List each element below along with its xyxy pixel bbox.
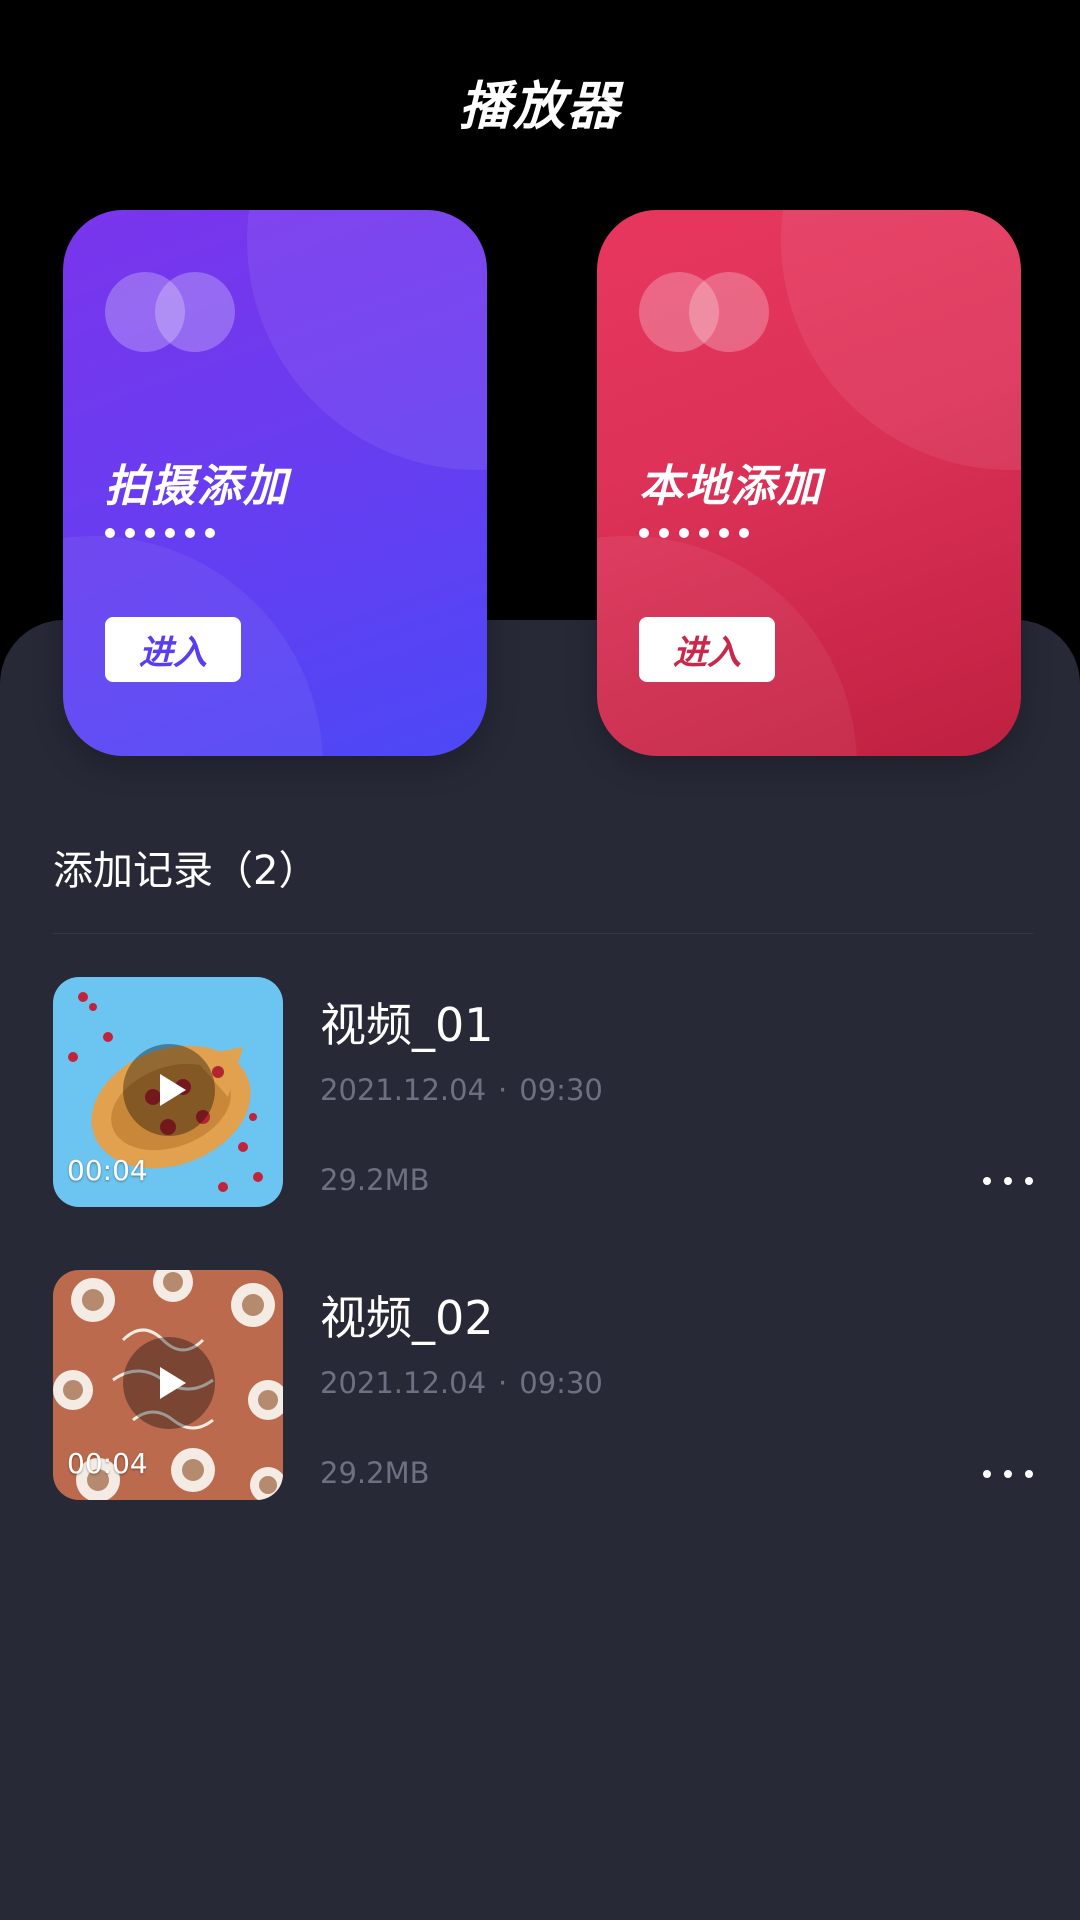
video-size: 29.2MB (320, 1163, 430, 1197)
video-size: 29.2MB (320, 1456, 430, 1490)
card-title: 本地添加 (639, 461, 823, 512)
card-title: 拍摄添加 (105, 461, 289, 512)
capture-add-card[interactable]: 拍摄添加 进入 (63, 210, 487, 756)
divider (53, 933, 1033, 934)
video-datetime: 2021.12.04 · 09:30 (320, 1073, 603, 1107)
enter-button[interactable]: 进入 (105, 617, 241, 682)
card-dots (639, 528, 749, 538)
local-add-card[interactable]: 本地添加 进入 (597, 210, 1021, 756)
rings-icon (105, 272, 235, 352)
video-time: 09:30 (519, 1073, 603, 1107)
play-icon[interactable] (123, 1044, 215, 1136)
video-thumbnail[interactable]: 00:04 (53, 1270, 283, 1500)
card-decoration (781, 210, 1021, 470)
list-item[interactable]: 00:04 视频_01 2021.12.04 · 09:30 29.2MB (53, 977, 1033, 1207)
video-time: 09:30 (519, 1366, 603, 1400)
video-datetime: 2021.12.04 · 09:30 (320, 1366, 603, 1400)
records-title: 添加记录（2） (53, 848, 319, 894)
video-date: 2021.12.04 (320, 1073, 487, 1107)
video-thumbnail[interactable]: 00:04 (53, 977, 283, 1207)
play-icon[interactable] (123, 1337, 215, 1429)
list-item[interactable]: 00:04 视频_02 2021.12.04 · 09:30 29.2MB (53, 1270, 1033, 1500)
more-icon[interactable] (983, 1177, 1033, 1185)
video-date: 2021.12.04 (320, 1366, 487, 1400)
video-name: 视频_02 (320, 1291, 494, 1345)
video-duration: 00:04 (67, 1154, 148, 1187)
card-decoration (247, 210, 487, 470)
video-duration: 00:04 (67, 1447, 148, 1480)
page-title: 播放器 (458, 77, 621, 137)
card-dots (105, 528, 215, 538)
rings-icon (639, 272, 769, 352)
more-icon[interactable] (983, 1470, 1033, 1478)
enter-button[interactable]: 进入 (639, 617, 775, 682)
video-name: 视频_01 (320, 998, 494, 1052)
